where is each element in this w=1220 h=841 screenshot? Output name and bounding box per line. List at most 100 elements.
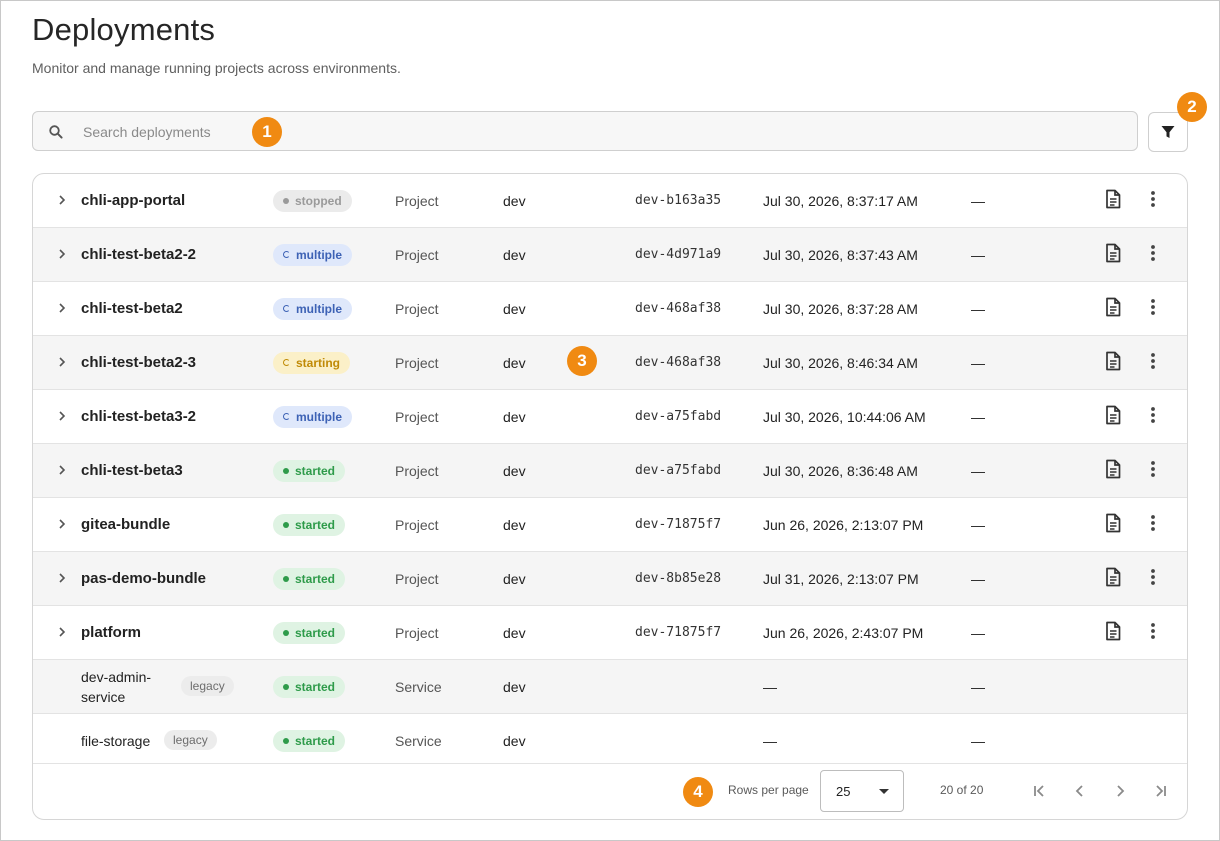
deployment-name[interactable]: chli-app-portal <box>81 174 185 227</box>
status-badge: started <box>273 729 346 752</box>
status-indicator-icon <box>283 737 289 744</box>
status-badge-cell: stopped <box>273 174 352 227</box>
status-badge-cell: started <box>273 660 346 713</box>
status-text: started <box>295 571 336 586</box>
table-row[interactable]: gitea-bundle started Project dev dev-71875f7… <box>33 498 1187 552</box>
environment: dev <box>503 246 526 263</box>
more-actions-button[interactable] <box>1143 552 1163 605</box>
deployment-type: Project <box>395 300 439 317</box>
more-vertical-icon <box>1150 514 1156 535</box>
expand-row-button[interactable] <box>55 606 69 659</box>
first-page-button[interactable] <box>1029 780 1051 802</box>
callout-marker-3: 3 <box>567 346 597 376</box>
status-indicator-icon <box>283 413 290 420</box>
status-badge: started <box>273 621 346 644</box>
logs-button[interactable] <box>1103 444 1123 497</box>
deployment-type: Project <box>395 192 439 209</box>
status-indicator-icon <box>283 305 290 312</box>
more-vertical-icon <box>1150 352 1156 373</box>
last-updated: Jul 30, 2026, 8:46:34 AM <box>763 354 918 371</box>
table-row[interactable]: chli-test-beta2 multiple Project dev dev-468… <box>33 282 1187 336</box>
deployment-name[interactable]: chli-test-beta3 <box>81 444 183 497</box>
status-badge: multiple <box>273 243 353 266</box>
more-actions-button[interactable] <box>1143 606 1163 659</box>
table-row[interactable]: file-storage legacy started Service dev — — <box>33 714 1187 764</box>
extra-value: — <box>971 462 985 479</box>
table-row[interactable]: chli-test-beta2-2 multiple Project dev dev-4… <box>33 228 1187 282</box>
environment: dev <box>503 192 526 209</box>
chevron-right-icon <box>57 247 67 263</box>
expand-row-button[interactable] <box>55 444 69 497</box>
logs-button[interactable] <box>1103 174 1123 227</box>
table-row[interactable]: dev-admin-service legacy started Service dev… <box>33 660 1187 714</box>
deployment-name[interactable]: gitea-bundle <box>81 498 170 551</box>
logs-button[interactable] <box>1103 606 1123 659</box>
expand-row-button[interactable] <box>55 498 69 551</box>
more-actions-button[interactable] <box>1143 390 1163 443</box>
table-row[interactable]: chli-test-beta2-3 starting Project dev dev-4… <box>33 336 1187 390</box>
logs-button[interactable] <box>1103 390 1123 443</box>
search-bar[interactable]: Search deployments <box>32 111 1138 151</box>
logs-button[interactable] <box>1103 336 1123 389</box>
more-actions-button[interactable] <box>1143 282 1163 335</box>
status-badge-cell: multiple <box>273 282 353 335</box>
deployment-name[interactable]: chli-test-beta2-3 <box>81 336 196 389</box>
last-updated: Jul 31, 2026, 2:13:07 PM <box>763 570 919 587</box>
extra-value: — <box>971 516 985 533</box>
status-badge: stopped <box>273 189 352 212</box>
status-text: started <box>295 517 336 532</box>
expand-row-button[interactable] <box>55 390 69 443</box>
deployment-name[interactable]: chli-test-beta2 <box>81 282 183 335</box>
expand-row-button[interactable] <box>55 174 69 227</box>
next-page-button[interactable] <box>1109 780 1131 802</box>
pagination-range: 20 of 20 <box>940 783 984 797</box>
table-row[interactable]: chli-test-beta3 started Project dev dev-a75f… <box>33 444 1187 498</box>
service-name: file-storage <box>81 732 151 749</box>
more-actions-button[interactable] <box>1143 174 1163 227</box>
more-vertical-icon <box>1150 244 1156 265</box>
last-updated: — <box>763 678 777 695</box>
environment: dev <box>503 516 526 533</box>
document-icon <box>1104 297 1122 320</box>
more-actions-button[interactable] <box>1143 228 1163 281</box>
deployment-name[interactable]: chli-test-beta3-2 <box>81 390 196 443</box>
table-row[interactable]: pas-demo-bundle started Project dev dev-8b85… <box>33 552 1187 606</box>
prev-page-button[interactable] <box>1069 780 1091 802</box>
more-actions-button[interactable] <box>1143 498 1163 551</box>
deployment-type: Project <box>395 246 439 263</box>
chevron-left-icon <box>1075 785 1083 797</box>
more-actions-button[interactable] <box>1143 336 1163 389</box>
logs-button[interactable] <box>1103 498 1123 551</box>
deployment-type: Project <box>395 570 439 587</box>
status-indicator-icon <box>283 521 289 528</box>
status-text: started <box>295 733 336 748</box>
rows-per-page-select[interactable]: 25 <box>820 770 904 812</box>
deployment-type: Project <box>395 354 439 371</box>
service-name: dev-admin-service <box>81 668 152 705</box>
deployment-name[interactable]: pas-demo-bundle <box>81 552 206 605</box>
page-title: Deployments <box>32 12 216 47</box>
last-page-icon <box>1156 785 1166 797</box>
table-row[interactable]: chli-test-beta3-2 multiple Project dev dev-a… <box>33 390 1187 444</box>
table-row[interactable]: platform started Project dev dev-71875f7 Jun … <box>33 606 1187 660</box>
deployment-name[interactable]: platform <box>81 606 141 659</box>
document-icon <box>1104 243 1122 266</box>
expand-row-button[interactable] <box>55 552 69 605</box>
expand-row-button[interactable] <box>55 282 69 335</box>
table-row[interactable]: chli-app-portal stopped Project dev dev-b163… <box>33 174 1187 228</box>
status-indicator-icon <box>283 359 290 366</box>
revision: dev-b163a35 <box>635 193 722 208</box>
expand-row-button[interactable] <box>55 228 69 281</box>
environment: dev <box>503 570 526 587</box>
last-page-button[interactable] <box>1149 780 1171 802</box>
environment: dev <box>503 408 526 425</box>
status-badge-cell: started <box>273 498 346 551</box>
more-actions-button[interactable] <box>1143 444 1163 497</box>
status-indicator-icon <box>283 575 289 582</box>
expand-row-button[interactable] <box>55 336 69 389</box>
logs-button[interactable] <box>1103 282 1123 335</box>
deployment-name[interactable]: chli-test-beta2-2 <box>81 228 196 281</box>
logs-button[interactable] <box>1103 228 1123 281</box>
more-vertical-icon <box>1150 568 1156 589</box>
logs-button[interactable] <box>1103 552 1123 605</box>
